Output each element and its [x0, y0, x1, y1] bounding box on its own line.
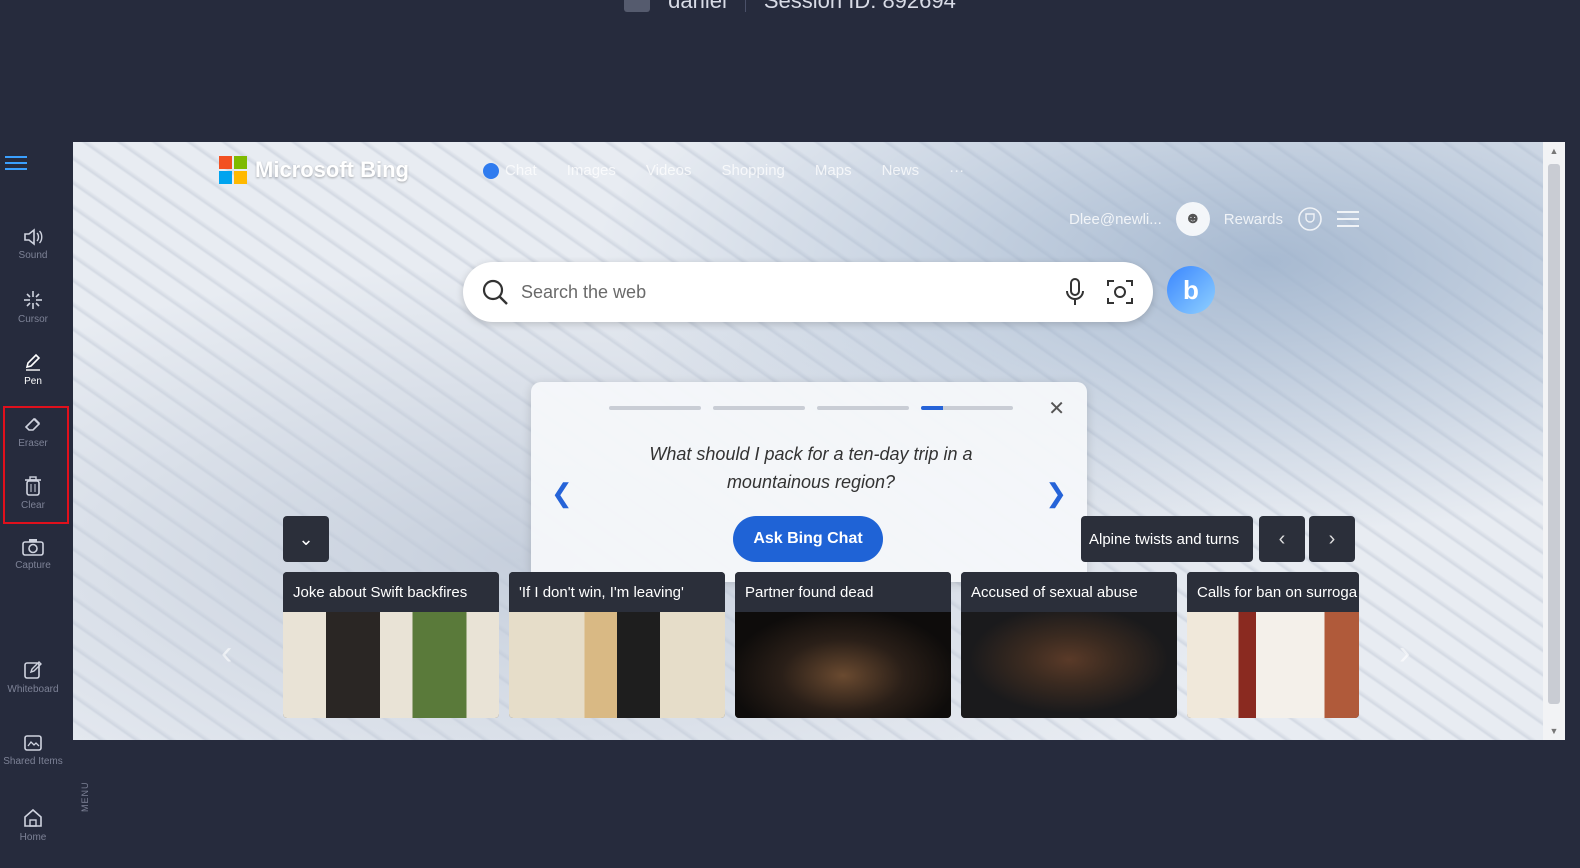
sound-label: Sound: [18, 250, 48, 261]
cursor-button[interactable]: Cursor: [0, 290, 66, 325]
nav-videos[interactable]: Videos: [646, 162, 692, 179]
topic-pill[interactable]: Alpine twists and turns: [1081, 516, 1253, 562]
hamburger-icon[interactable]: [5, 156, 27, 174]
capture-label: Capture: [15, 560, 51, 571]
divider: [744, 0, 746, 12]
news-card[interactable]: Partner found dead: [735, 572, 951, 718]
shared-items-label: Shared Items: [3, 756, 63, 767]
carousel-next-icon[interactable]: ›: [1399, 634, 1410, 673]
topic-next-icon[interactable]: ›: [1309, 516, 1355, 562]
pen-button[interactable]: Pen: [0, 352, 66, 387]
highlight-box: [3, 406, 69, 524]
news-title: Partner found dead: [735, 572, 951, 612]
nav-maps[interactable]: Maps: [815, 162, 852, 179]
settings-menu-icon[interactable]: [1336, 206, 1359, 232]
scrollbar-thumb[interactable]: [1548, 164, 1560, 704]
news-card[interactable]: Accused of sexual abuse: [961, 572, 1177, 718]
shared-items-button[interactable]: Shared Items: [0, 734, 66, 767]
microsoft-logo-icon: [219, 156, 247, 184]
nav-more[interactable]: ···: [949, 162, 964, 179]
news-image: [735, 612, 951, 718]
home-icon: [24, 808, 42, 827]
bing-chat-button[interactable]: b: [1167, 266, 1215, 314]
bing-logo[interactable]: Microsoft Bing: [219, 156, 409, 184]
cursor-icon: [24, 291, 42, 309]
prompt-card: ✕ ❮ What should I pack for a ten-day tri…: [531, 382, 1087, 582]
whiteboard-label: Whiteboard: [7, 684, 59, 695]
news-title: Calls for ban on surroga: [1187, 572, 1359, 612]
prompt-question: What should I pack for a ten-day trip in…: [649, 444, 973, 492]
news-image: [509, 612, 725, 718]
camera-icon: [22, 539, 44, 556]
nav-shopping[interactable]: Shopping: [721, 162, 784, 179]
chat-icon: [483, 163, 499, 180]
scroll-up-icon[interactable]: ▲: [1543, 146, 1565, 156]
top-nav: Chat Images Videos Shopping Maps News ··…: [483, 162, 964, 180]
session-user: daniel: [668, 0, 727, 13]
topic-prev-icon[interactable]: ‹: [1259, 516, 1305, 562]
news-image: [961, 612, 1177, 718]
news-row: Joke about Swift backfires 'If I don't w…: [283, 572, 1359, 718]
scroll-down-icon[interactable]: ▼: [1543, 726, 1565, 736]
pen-label: Pen: [24, 376, 42, 387]
scrollbar[interactable]: ▲ ▼: [1543, 142, 1565, 740]
chevron-left-icon[interactable]: ❮: [551, 478, 573, 509]
news-title: 'If I don't win, I'm leaving': [509, 572, 725, 612]
nav-news[interactable]: News: [882, 162, 920, 179]
rewards-trophy-icon[interactable]: [1297, 206, 1323, 232]
cursor-label: Cursor: [17, 314, 48, 325]
visual-search-icon[interactable]: [1105, 277, 1135, 307]
microphone-icon[interactable]: [1063, 277, 1087, 307]
edit-icon: [24, 661, 42, 679]
search-box: [463, 262, 1153, 322]
session-bar: daniel Session ID: 892694: [0, 0, 1580, 16]
chevron-down-icon[interactable]: ⌄: [283, 516, 329, 562]
news-image: [283, 612, 499, 718]
news-card[interactable]: 'If I don't win, I'm leaving': [509, 572, 725, 718]
speaker-icon: [24, 228, 43, 246]
bing-b-icon: b: [1183, 274, 1199, 305]
user-email[interactable]: Dlee@newli...: [1069, 211, 1162, 228]
news-card[interactable]: Calls for ban on surroga: [1187, 572, 1359, 718]
brand-name: Microsoft Bing: [255, 157, 409, 182]
user-avatar-icon[interactable]: ☻: [1175, 202, 1210, 236]
rewards-link[interactable]: Rewards: [1224, 211, 1283, 228]
chevron-right-icon[interactable]: ❯: [1045, 478, 1067, 509]
user-icon: [624, 0, 651, 12]
nav-chat-label: Chat: [505, 162, 537, 179]
user-area: Dlee@newli... ☻ Rewards: [1069, 202, 1359, 236]
news-image: [1187, 612, 1359, 718]
ask-bing-chat-button[interactable]: Ask Bing Chat: [733, 516, 883, 562]
news-card[interactable]: Joke about Swift backfires: [283, 572, 499, 718]
menu-label[interactable]: MENU: [80, 782, 90, 813]
carousel-prev-icon[interactable]: ‹: [221, 634, 232, 673]
search-icon: [482, 279, 508, 305]
left-toolbar: Sound Cursor Pen Eraser Clear Capture Wh…: [0, 140, 69, 868]
prompt-progress: [609, 406, 1013, 410]
nav-images[interactable]: Images: [567, 162, 616, 179]
folder-icon: [24, 735, 42, 751]
news-title: Joke about Swift backfires: [283, 572, 499, 612]
home-label: Home: [19, 832, 47, 843]
close-icon[interactable]: ✕: [1048, 396, 1065, 421]
nav-chat[interactable]: Chat: [483, 162, 537, 180]
sound-button[interactable]: Sound: [0, 228, 66, 261]
session-id: Session ID: 892694: [763, 0, 956, 13]
pen-icon: [25, 353, 41, 371]
whiteboard-button[interactable]: Whiteboard: [0, 660, 66, 695]
capture-button[interactable]: Capture: [0, 538, 66, 571]
browser-viewport: Microsoft Bing Chat Images Videos Shoppi…: [73, 142, 1565, 740]
search-input[interactable]: [519, 280, 1043, 304]
news-title: Accused of sexual abuse: [961, 572, 1177, 612]
home-button[interactable]: Home: [0, 808, 66, 843]
